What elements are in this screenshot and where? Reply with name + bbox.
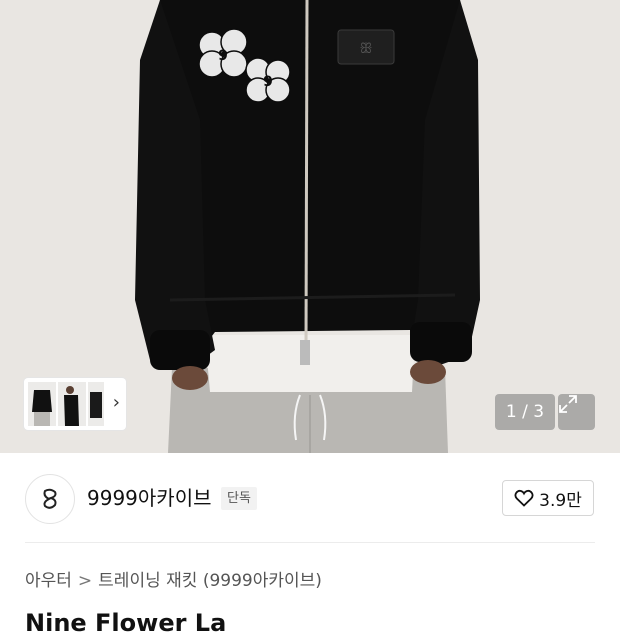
thumbnail-2[interactable] — [58, 382, 86, 426]
expand-icon — [559, 395, 577, 413]
product-image-carousel[interactable]: ꕥ 9 9 › 1 / 3 — [0, 0, 620, 453]
svg-text:9: 9 — [218, 48, 228, 64]
breadcrumb-subcategory[interactable]: 트레이닝 재킷 (9999아카이브) — [98, 571, 322, 591]
exclusive-badge: 단독 — [221, 487, 257, 510]
product-title: Nine Flower La — [25, 609, 227, 637]
thumbnail-1[interactable] — [28, 382, 56, 426]
brand-logo[interactable] — [25, 474, 75, 524]
breadcrumb-category[interactable]: 아우터 — [25, 571, 72, 591]
brand-name[interactable]: 9999아카이브 — [87, 484, 212, 512]
heart-icon — [514, 489, 534, 507]
breadcrumb-separator: > — [77, 571, 93, 591]
thumbnail-3[interactable] — [88, 382, 104, 426]
svg-text:ꕥ: ꕥ — [360, 41, 373, 57]
expand-button[interactable] — [558, 394, 595, 430]
brand-logo-icon — [43, 488, 57, 509]
image-counter: 1 / 3 — [495, 394, 555, 430]
thumbnail-next-icon[interactable]: › — [113, 393, 120, 413]
like-button[interactable]: 3.9만 — [502, 480, 594, 516]
breadcrumb: 아우터 > 트레이닝 재킷 (9999아카이브) — [25, 569, 322, 593]
like-count: 3.9만 — [539, 490, 582, 511]
svg-text:9: 9 — [263, 74, 273, 90]
divider — [25, 542, 595, 543]
thumbnail-strip[interactable]: › — [24, 378, 126, 430]
